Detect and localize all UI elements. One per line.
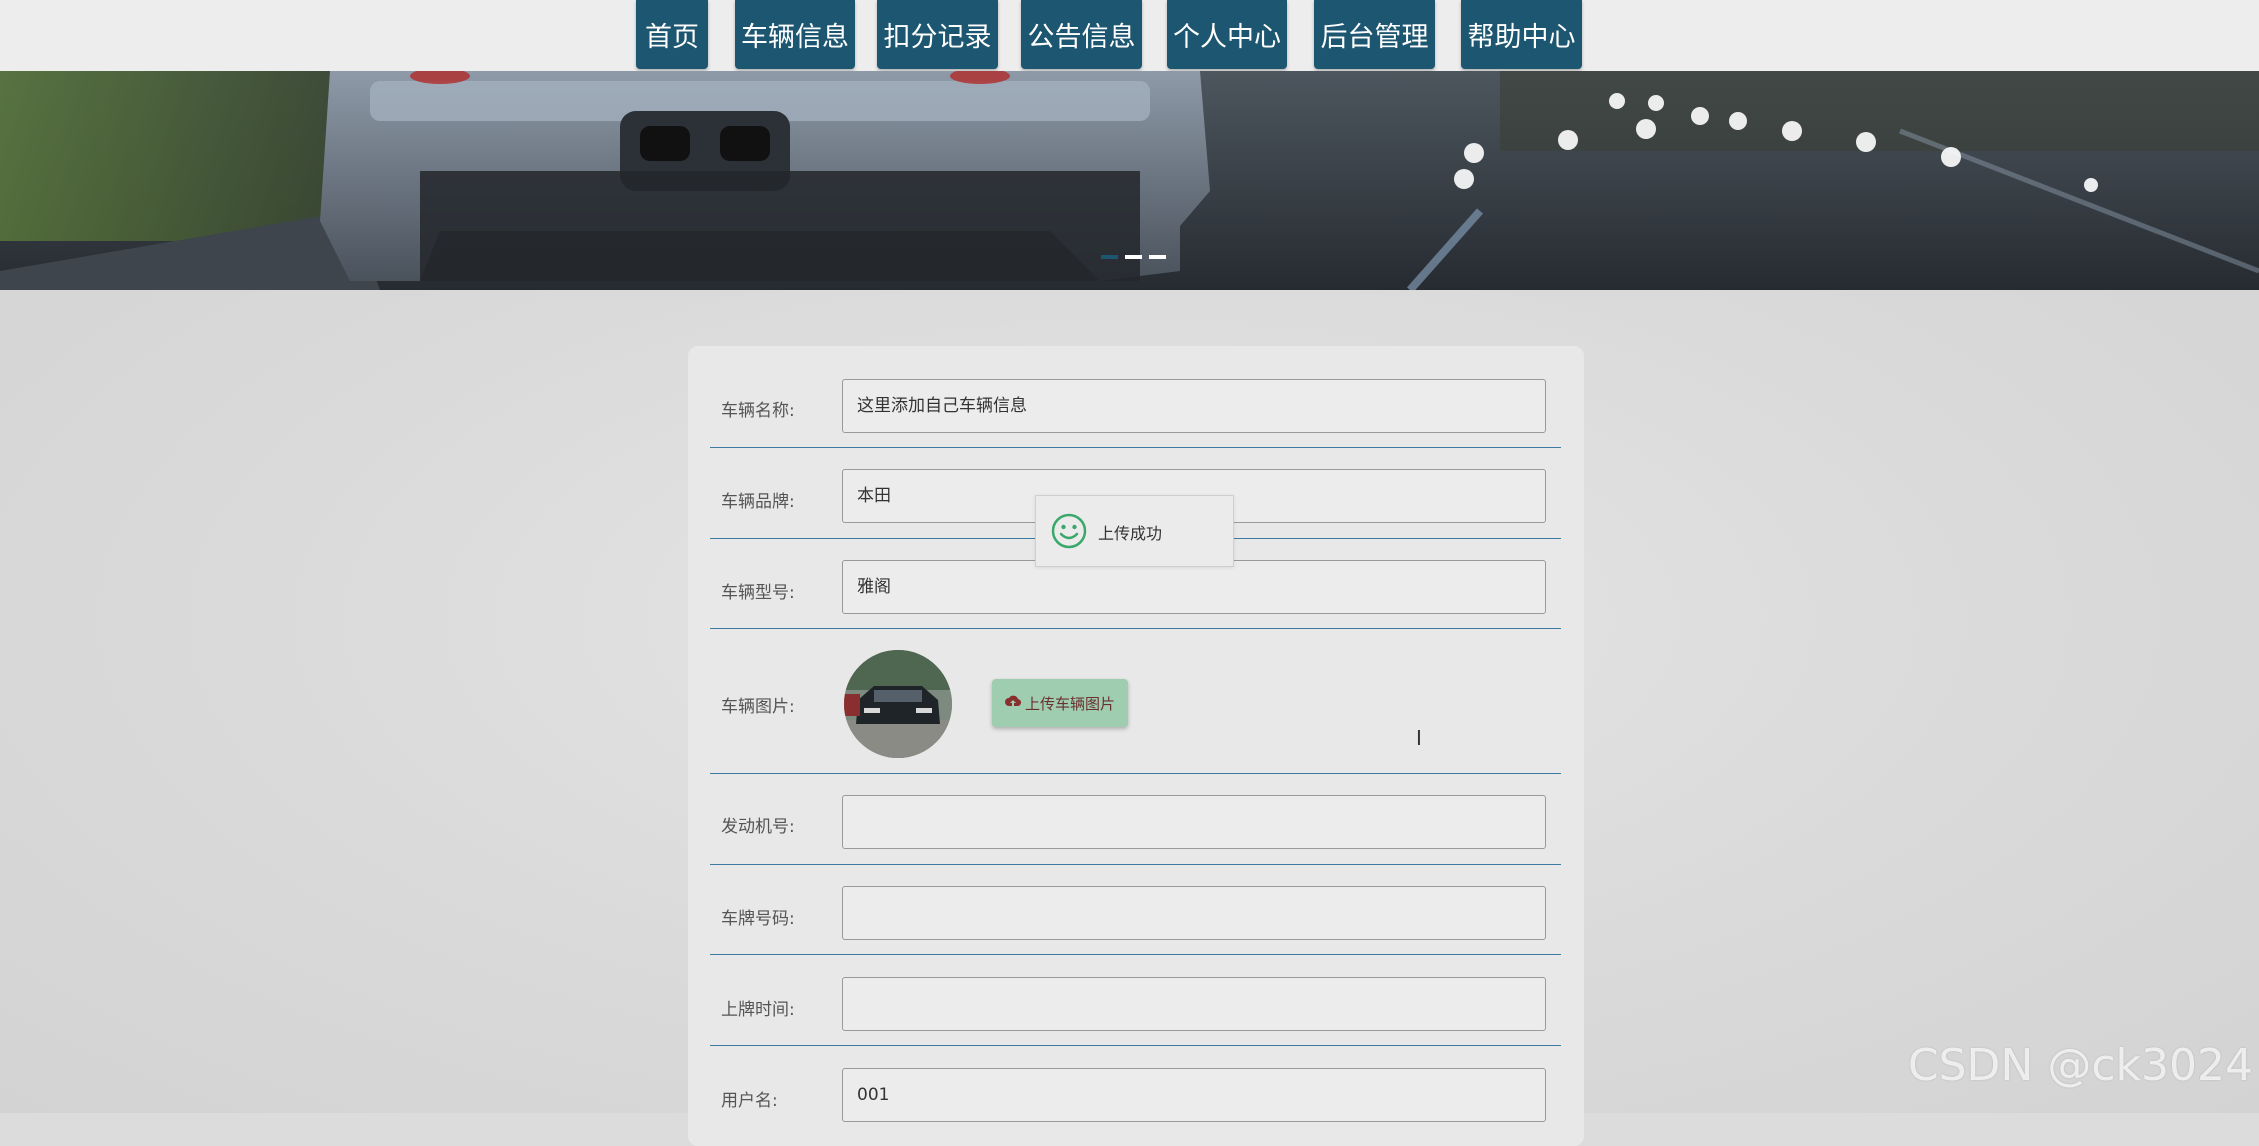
plate-number-label: 车牌号码: [721, 909, 795, 929]
nav-item-help-center[interactable]: 帮助中心 [1461, 0, 1582, 69]
carousel-dot-2[interactable] [1125, 255, 1142, 259]
vehicle-form-card: 车辆名称: 这里添加自己车辆信息 车辆品牌: 本田 车辆型号: 雅阁 车辆图片: [688, 346, 1584, 1146]
nav-item-announcements[interactable]: 公告信息 [1021, 0, 1142, 69]
registration-date-label: 上牌时间: [721, 1000, 795, 1020]
upload-vehicle-image-button[interactable]: 上传车辆图片 [992, 679, 1128, 727]
form-row-username: 用户名: 001 [710, 1045, 1561, 1146]
plate-number-input[interactable] [842, 886, 1546, 940]
nav-item-personal-center[interactable]: 个人中心 [1167, 0, 1287, 69]
carousel-dot-3[interactable] [1149, 255, 1166, 259]
vehicle-image-preview [844, 650, 952, 758]
vehicle-brand-label: 车辆品牌: [721, 492, 795, 512]
cloud-upload-icon [1004, 694, 1022, 712]
upload-success-toast: 上传成功 [1035, 495, 1234, 567]
form-row-vehicle-image: 车辆图片: 上传车辆图片 [710, 628, 1561, 774]
watermark: CSDN @ck3024 [1907, 1040, 2253, 1091]
registration-date-input[interactable] [842, 977, 1546, 1031]
banner-carousel[interactable] [0, 71, 2259, 290]
vehicle-name-input[interactable]: 这里添加自己车辆信息 [842, 379, 1546, 433]
username-label: 用户名: [721, 1091, 778, 1111]
carousel-dot-1[interactable] [1101, 255, 1118, 259]
nav-item-home[interactable]: 首页 [636, 0, 708, 69]
toast-message: 上传成功 [1098, 524, 1163, 543]
username-input[interactable]: 001 [842, 1068, 1546, 1122]
nav-item-penalty-records[interactable]: 扣分记录 [877, 0, 998, 69]
carousel-indicators [1101, 255, 1166, 260]
text-cursor-icon: I [1416, 726, 1422, 750]
form-row-registration-date: 上牌时间: [710, 954, 1561, 1046]
vehicle-name-label: 车辆名称: [721, 401, 795, 421]
engine-number-input[interactable] [842, 795, 1546, 849]
form-row-engine-number: 发动机号: [710, 773, 1561, 865]
form-row-plate-number: 车牌号码: [710, 864, 1561, 955]
vehicle-model-input[interactable]: 雅阁 [842, 560, 1546, 614]
top-navbar: 首页 车辆信息 扣分记录 公告信息 个人中心 后台管理 帮助中心 [0, 0, 2259, 71]
vehicle-image-label: 车辆图片: [721, 697, 795, 717]
smile-icon [1051, 513, 1087, 553]
nav-item-admin[interactable]: 后台管理 [1314, 0, 1435, 69]
form-row-vehicle-name: 车辆名称: 这里添加自己车辆信息 [710, 346, 1561, 448]
vehicle-model-label: 车辆型号: [721, 583, 795, 603]
nav-item-vehicle-info[interactable]: 车辆信息 [735, 0, 855, 69]
engine-number-label: 发动机号: [721, 817, 795, 837]
upload-button-label: 上传车辆图片 [1024, 694, 1115, 713]
vehicle-thumbnail-image [844, 650, 952, 758]
